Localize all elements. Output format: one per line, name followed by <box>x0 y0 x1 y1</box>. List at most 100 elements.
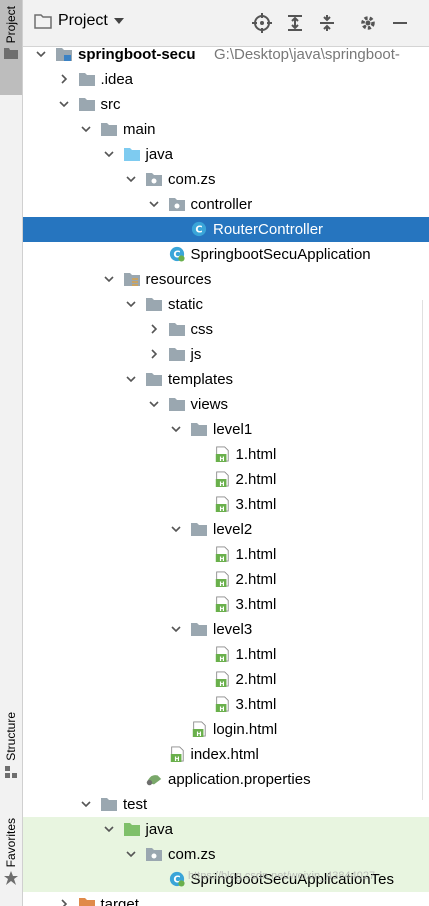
tree-item-label: controller <box>190 196 253 213</box>
tree-row[interactable]: com.zs <box>23 167 429 192</box>
project-panel: Project springboot-secu G:\Desktop\java\s… <box>23 0 429 906</box>
tree-row[interactable]: C RouterController <box>23 217 429 242</box>
chevron-down-icon[interactable] <box>35 48 47 60</box>
module-folder-icon <box>56 48 72 61</box>
tree-item-label: com.zs <box>168 846 216 863</box>
chevron-down-icon[interactable] <box>103 823 115 835</box>
tree-item-label: 2.html <box>235 671 277 688</box>
tree-item-label: .idea <box>100 71 134 88</box>
html-file-icon: H <box>215 696 229 712</box>
test-folder-icon <box>123 823 140 836</box>
tree-row[interactable]: src <box>23 92 429 117</box>
project-view-selector[interactable]: Project <box>34 12 124 30</box>
svg-text:H: H <box>219 606 224 612</box>
package-icon <box>146 173 162 186</box>
watermark-text: https://blog.csdn.net/weixin_43844027 <box>188 870 376 882</box>
svg-text:H: H <box>219 456 224 462</box>
tree-item-label: views <box>190 396 229 413</box>
tree-row[interactable]: controller <box>23 192 429 217</box>
tree-row[interactable]: H 3.html <box>23 692 429 717</box>
tree-row[interactable]: H 2.html <box>23 667 429 692</box>
tree-row[interactable]: springboot-secu G:\Desktop\java\springboo… <box>23 42 429 67</box>
tree-row[interactable]: views <box>23 392 429 417</box>
folder-icon <box>168 323 185 336</box>
tree-row[interactable]: level2 <box>23 517 429 542</box>
chevron-down-icon[interactable] <box>170 423 182 435</box>
html-file-icon: H <box>215 571 229 587</box>
tree-item-label: 3.html <box>235 696 277 713</box>
chevron-down-icon[interactable] <box>80 798 92 810</box>
favorites-tab-label: Favorites <box>4 818 18 868</box>
collapse-all-button[interactable] <box>316 12 338 34</box>
chevron-down-icon[interactable] <box>148 198 160 210</box>
chevron-down-icon[interactable] <box>80 123 92 135</box>
folder-icon <box>78 98 95 111</box>
tree-row[interactable]: css <box>23 317 429 342</box>
tree-row[interactable]: test <box>23 792 429 817</box>
tree-row[interactable]: H 1.html <box>23 642 429 667</box>
chevron-down-icon[interactable] <box>125 173 137 185</box>
favorites-tool-tab[interactable]: Favorites <box>0 818 22 903</box>
tree-item-label: SpringbootSecuApplication <box>190 246 371 263</box>
locate-button[interactable] <box>251 12 273 34</box>
tree-row[interactable]: .idea <box>23 67 429 92</box>
structure-icon <box>5 765 17 778</box>
tree-row[interactable]: H 2.html <box>23 467 429 492</box>
tree-row[interactable]: H 3.html <box>23 592 429 617</box>
svg-text:H: H <box>219 556 224 562</box>
tree-row[interactable]: resources <box>23 267 429 292</box>
tree-row[interactable]: Hlogin.html <box>23 717 429 742</box>
tree-item-label: main <box>123 121 156 138</box>
editor-gutter-edge <box>422 300 429 800</box>
tree-item-label: test <box>123 796 148 813</box>
chevron-down-icon[interactable] <box>58 98 70 110</box>
tree-row[interactable]: java <box>23 142 429 167</box>
expand-all-button[interactable] <box>284 12 306 34</box>
chevron-down-icon[interactable] <box>125 848 137 860</box>
tree-item-label: 2.html <box>235 471 277 488</box>
tree-item-label: target <box>100 896 139 906</box>
chevron-down-icon[interactable] <box>170 523 182 535</box>
chevron-down-icon[interactable] <box>103 273 115 285</box>
tree-row[interactable]: com.zs <box>23 842 429 867</box>
tree-row[interactable]: Hindex.html <box>23 742 429 767</box>
folder-icon <box>191 523 207 536</box>
tree-item-label: com.zs <box>168 171 216 188</box>
chevron-down-icon[interactable] <box>125 373 137 385</box>
html-file-icon: H <box>215 596 229 612</box>
package-icon <box>146 848 162 861</box>
chevron-down-icon[interactable] <box>125 298 137 310</box>
hide-button[interactable] <box>389 12 411 34</box>
tree-row[interactable]: H 2.html <box>23 567 429 592</box>
chevron-down-icon[interactable] <box>103 148 115 160</box>
tree-row[interactable]: H 1.html <box>23 542 429 567</box>
chevron-right-icon[interactable] <box>148 323 160 335</box>
chevron-right-icon[interactable] <box>58 898 70 906</box>
svg-text:H: H <box>219 706 224 712</box>
tree-row[interactable]: java <box>23 817 429 842</box>
chevron-right-icon[interactable] <box>148 348 160 360</box>
tree-row[interactable]: target <box>23 892 429 906</box>
tree-row[interactable]: C SpringbootSecuApplication <box>23 242 429 267</box>
chevron-down-icon[interactable] <box>170 623 182 635</box>
tree-row[interactable]: H 3.html <box>23 492 429 517</box>
chevron-right-icon[interactable] <box>58 73 70 85</box>
tree-row[interactable]: main <box>23 117 429 142</box>
tree-row[interactable]: H 1.html <box>23 442 429 467</box>
tree-row[interactable]: level1 <box>23 417 429 442</box>
tree-item-label: level1 <box>213 421 253 438</box>
tree-row[interactable]: templates <box>23 367 429 392</box>
tree-row[interactable]: js <box>23 342 429 367</box>
html-file-icon: H <box>215 471 229 487</box>
crosshair-icon <box>252 13 272 33</box>
settings-button[interactable] <box>357 12 379 34</box>
project-tool-tab[interactable]: Project <box>0 0 22 95</box>
tree-row[interactable]: level3 <box>23 617 429 642</box>
tree-row[interactable]: application.properties <box>23 767 429 792</box>
structure-tool-tab[interactable]: Structure <box>0 712 22 802</box>
svg-text:C: C <box>195 225 202 236</box>
chevron-down-icon[interactable] <box>148 398 160 410</box>
class-icon: C <box>191 221 207 237</box>
tree-row[interactable]: static <box>23 292 429 317</box>
tree-item-label: level2 <box>213 521 253 538</box>
